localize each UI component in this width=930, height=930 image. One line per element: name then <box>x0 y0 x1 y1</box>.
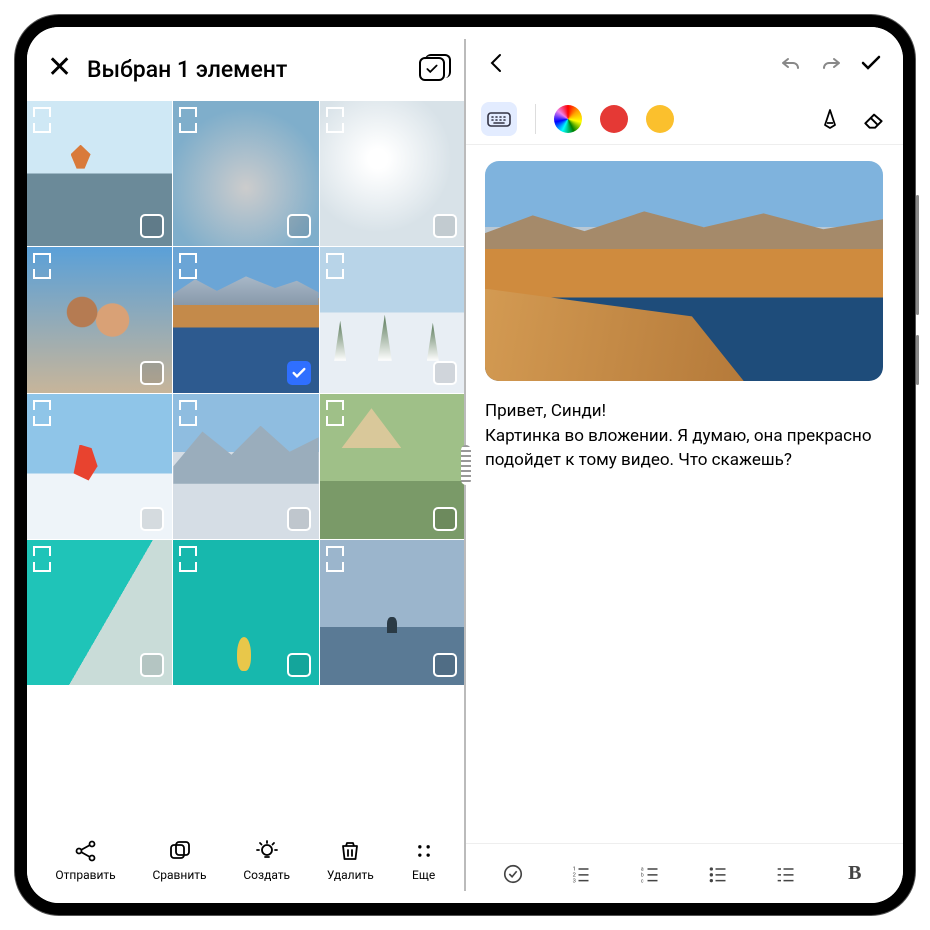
notes-header <box>465 37 903 93</box>
redo-button[interactable] <box>819 51 843 79</box>
gallery-thumbnail[interactable] <box>320 247 465 392</box>
select-all-button[interactable] <box>419 57 445 81</box>
selection-checkbox[interactable] <box>433 214 457 238</box>
toolbar-divider <box>535 104 536 134</box>
checklist-button[interactable] <box>498 862 528 886</box>
selection-checkbox[interactable] <box>433 507 457 531</box>
lightbulb-icon <box>254 838 280 864</box>
compare-button[interactable]: Сравнить <box>152 838 206 882</box>
format-toolbar: 123 abc B <box>465 843 903 903</box>
color-red[interactable] <box>600 105 628 133</box>
bold-button[interactable]: B <box>840 862 870 886</box>
pen-tool[interactable] <box>817 106 843 132</box>
gallery-thumbnail[interactable] <box>27 394 172 539</box>
undo-button[interactable] <box>779 51 803 79</box>
close-icon[interactable]: ✕ <box>47 57 71 81</box>
share-icon <box>73 838 99 864</box>
gallery-thumbnail[interactable] <box>27 247 172 392</box>
color-picker-button[interactable] <box>554 105 582 133</box>
keyboard-icon <box>487 109 511 129</box>
thumbnail-grid <box>27 101 465 685</box>
delete-button[interactable]: Удалить <box>327 838 374 882</box>
gallery-thumbnail[interactable] <box>27 540 172 685</box>
compare-icon <box>167 838 193 864</box>
gallery-thumbnail[interactable] <box>173 394 318 539</box>
gallery-thumbnail[interactable] <box>27 101 172 246</box>
gallery-thumbnail[interactable] <box>173 540 318 685</box>
svg-text:c: c <box>641 878 644 884</box>
gallery-thumbnail[interactable] <box>320 394 465 539</box>
power-button <box>916 335 919 385</box>
send-button[interactable]: Отправить <box>55 838 115 882</box>
gallery-thumbnail[interactable] <box>320 540 465 685</box>
svg-text:3: 3 <box>573 878 576 884</box>
confirm-button[interactable] <box>859 51 883 79</box>
attached-image[interactable] <box>485 161 883 381</box>
selection-checkbox[interactable] <box>433 361 457 385</box>
volume-button <box>916 195 919 315</box>
foldable-device-frame: ✕ Выбран 1 элемент <box>15 15 915 915</box>
selection-checkbox[interactable] <box>140 361 164 385</box>
notes-pane: Привет, Синди! Картинка во вложении. Я д… <box>465 27 903 903</box>
editor-toolbar <box>465 93 903 145</box>
selection-checkbox[interactable] <box>287 214 311 238</box>
gallery-thumbnail[interactable] <box>320 101 465 246</box>
color-yellow[interactable] <box>646 105 674 133</box>
note-content-area[interactable]: Привет, Синди! Картинка во вложении. Я д… <box>465 145 903 843</box>
gallery-thumbnail[interactable] <box>173 247 318 392</box>
bullet-list-button[interactable] <box>703 862 733 886</box>
gallery-thumbnail[interactable] <box>173 101 318 246</box>
numbered-list-button[interactable]: 123 <box>566 862 596 886</box>
lettered-list-button[interactable]: abc <box>635 862 665 886</box>
gallery-header: ✕ Выбран 1 элемент <box>27 37 465 101</box>
selection-checkbox-checked[interactable] <box>287 361 311 385</box>
checkmark-icon <box>425 62 439 76</box>
back-button[interactable] <box>485 51 509 79</box>
create-button[interactable]: Создать <box>243 838 290 882</box>
gallery-pane: ✕ Выбран 1 элемент <box>27 27 465 903</box>
fold-hinge <box>464 39 466 891</box>
selection-checkbox[interactable] <box>140 507 164 531</box>
selection-title: Выбран 1 элемент <box>87 56 403 83</box>
dash-list-button[interactable] <box>771 862 801 886</box>
selection-checkbox[interactable] <box>287 507 311 531</box>
selection-checkbox[interactable] <box>140 653 164 677</box>
more-icon <box>411 838 437 864</box>
eraser-tool[interactable] <box>861 106 887 132</box>
selection-checkbox[interactable] <box>433 653 457 677</box>
gallery-action-bar: Отправить Сравнить Создать Удалить Еще <box>27 825 465 903</box>
more-button[interactable]: Еще <box>411 838 437 882</box>
trash-icon <box>337 838 363 864</box>
selection-checkbox[interactable] <box>140 214 164 238</box>
selection-checkbox[interactable] <box>287 653 311 677</box>
keyboard-tool[interactable] <box>481 102 517 136</box>
note-text[interactable]: Привет, Синди! Картинка во вложении. Я д… <box>485 399 883 473</box>
